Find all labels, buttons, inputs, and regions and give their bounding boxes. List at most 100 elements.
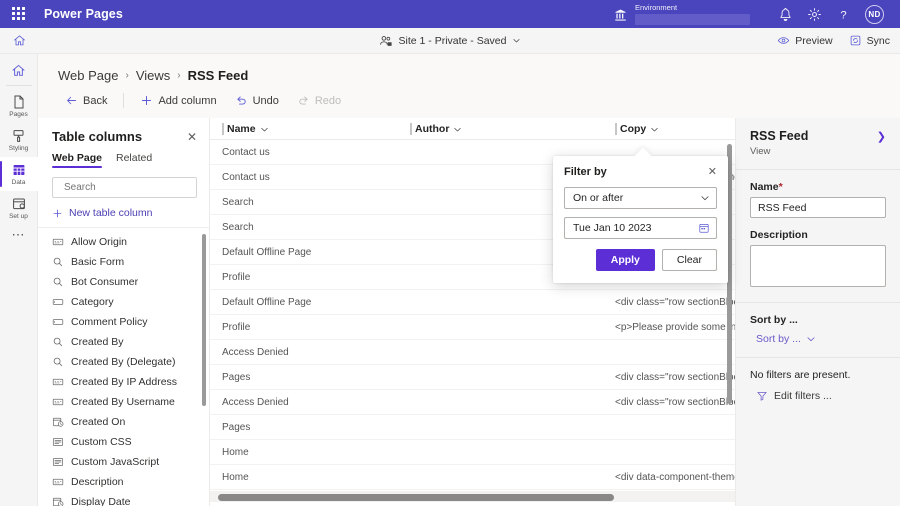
list-item[interactable]: Created On <box>38 412 209 432</box>
sidebar-item-pages[interactable]: Pages <box>0 89 38 123</box>
app-launcher-icon[interactable] <box>12 7 26 21</box>
sync-button[interactable]: Sync <box>849 34 890 47</box>
list-item[interactable]: Comment Policy <box>38 312 209 332</box>
columns-search-box[interactable] <box>52 177 198 198</box>
undo-button[interactable]: Undo <box>228 91 286 110</box>
tab-web-page[interactable]: Web Page <box>52 152 102 168</box>
table-row[interactable]: Profile <p>Please provide some informatio… <box>210 315 735 340</box>
sort-by-dropdown[interactable]: Sort by ... <box>750 333 886 345</box>
breadcrumb: Web Page › Views › RSS Feed <box>38 54 900 83</box>
column-name: Allow Origin <box>71 236 128 248</box>
edit-filters-button[interactable]: Edit filters ... <box>750 390 886 402</box>
table-row[interactable]: Home <box>210 440 735 465</box>
cell-name: Access Denied <box>222 346 289 358</box>
help-icon[interactable]: ? <box>836 7 851 22</box>
clear-button[interactable]: Clear <box>661 249 717 271</box>
redo-button[interactable]: Redo <box>290 91 348 110</box>
new-table-column-label: New table column <box>69 207 153 219</box>
column-name: Basic Form <box>71 256 125 268</box>
filter-date-input[interactable]: Tue Jan 10 2023 <box>564 217 717 239</box>
apply-button[interactable]: Apply <box>595 249 655 271</box>
table-row[interactable]: Access Denied <div class="row sectionBloc… <box>210 390 735 415</box>
list-item[interactable]: Custom JavaScript <box>38 452 209 472</box>
cell-name: Home <box>222 471 249 483</box>
list-item[interactable]: Allow Origin <box>38 232 209 252</box>
grid-column-header[interactable]: Author <box>410 118 462 140</box>
grid-column-header[interactable]: Name <box>222 118 269 140</box>
home-button[interactable] <box>0 34 38 47</box>
table-row[interactable]: Pages <box>210 415 735 440</box>
description-textarea[interactable] <box>750 245 886 287</box>
filter-operator-dropdown[interactable]: On or after <box>564 187 717 209</box>
datetime-icon <box>52 497 64 506</box>
avatar[interactable]: ND <box>865 4 884 24</box>
list-item[interactable]: Description <box>38 472 209 492</box>
cell-copy: <div class="row sectionBlockLayout" data… <box>615 371 735 383</box>
tab-related[interactable]: Related <box>116 152 152 168</box>
list-item[interactable]: Category <box>38 292 209 312</box>
cell-name: Home <box>222 446 249 458</box>
close-icon[interactable]: ✕ <box>708 166 717 177</box>
close-icon[interactable]: ✕ <box>185 130 199 144</box>
column-name: Created By Username <box>71 396 175 408</box>
grid-horizontal-scrollbar-thumb[interactable] <box>218 494 614 501</box>
list-item[interactable]: Bot Consumer <box>38 272 209 292</box>
breadcrumb-item-views[interactable]: Views <box>136 68 170 83</box>
table-row[interactable]: Default Offline Page <div class="row sect… <box>210 290 735 315</box>
list-item[interactable]: Created By Username <box>38 392 209 412</box>
columns-scrollbar-thumb[interactable] <box>202 234 206 406</box>
table-row[interactable]: Access Denied <box>210 340 735 365</box>
setup-icon <box>12 198 25 210</box>
list-item[interactable]: Display Date <box>38 492 209 506</box>
breadcrumb-item-web-page[interactable]: Web Page <box>58 68 118 83</box>
description-field-label: Description <box>750 229 808 241</box>
sidebar-item-set-up[interactable]: Set up <box>0 191 38 225</box>
list-item[interactable]: Created By IP Address <box>38 372 209 392</box>
list-item[interactable]: Basic Form <box>38 252 209 272</box>
chevron-down-icon[interactable] <box>260 125 269 134</box>
breadcrumb-separator: › <box>177 70 181 81</box>
table-row[interactable]: Pages <div class="row sectionBlockLayout"… <box>210 365 735 390</box>
list-item[interactable]: Created By <box>38 332 209 352</box>
cell-name: Access Denied <box>222 396 289 408</box>
list-item[interactable]: Created By (Delegate) <box>38 352 209 372</box>
environment-value[interactable] <box>635 14 750 25</box>
site-selector[interactable]: Site 1 - Private - Saved <box>379 34 522 48</box>
table-row[interactable]: Home <div data-component-theme="portalThe… <box>210 465 735 490</box>
sync-label: Sync <box>866 34 890 47</box>
search-input[interactable] <box>59 181 198 194</box>
breadcrumb-toolbar-area: Web Page › Views › RSS Feed Back Add col… <box>38 54 900 133</box>
add-column-button[interactable]: Add column <box>133 91 223 110</box>
environment-selector[interactable]: Environment <box>613 3 750 25</box>
new-table-column-button[interactable]: New table column <box>38 198 209 227</box>
multiline-icon <box>52 458 64 466</box>
name-input[interactable] <box>750 197 886 218</box>
calendar-icon[interactable] <box>698 222 710 234</box>
sidebar-item-more[interactable]: ⋯ <box>0 225 38 244</box>
table-columns-panel: Table columns ✕ Web Page Related Search … <box>38 118 210 506</box>
column-name: Created By (Delegate) <box>71 356 176 368</box>
redo-icon <box>299 96 308 105</box>
sidebar-item-home[interactable] <box>0 58 38 82</box>
left-nav-rail: Pages Styling Data Set up ⋯ <box>0 54 38 506</box>
chevron-right-icon[interactable]: ❯ <box>877 130 886 143</box>
text-field-icon <box>52 398 64 406</box>
filter-callout-header: Filter by ✕ <box>564 166 717 178</box>
sidebar-item-styling[interactable]: Styling <box>0 123 38 157</box>
cell-copy: <div class="row sectionBlockLayout" styl… <box>615 296 735 308</box>
gear-icon[interactable] <box>807 7 822 22</box>
chevron-down-icon <box>701 196 709 201</box>
text-field-icon <box>52 478 64 486</box>
filters-note: No filters are present. <box>750 369 851 381</box>
lookup-icon <box>53 257 63 267</box>
preview-button[interactable]: Preview <box>777 34 833 47</box>
list-item[interactable]: Custom CSS <box>38 432 209 452</box>
bell-icon[interactable] <box>778 7 793 22</box>
sidebar-item-data[interactable]: Data <box>0 157 38 191</box>
chevron-down-icon[interactable] <box>650 125 659 134</box>
grid-column-header[interactable]: Copy <box>615 118 659 140</box>
back-button[interactable]: Back <box>58 91 114 110</box>
chevron-down-icon[interactable] <box>453 125 462 134</box>
plus-icon <box>53 209 62 217</box>
home-icon <box>13 35 25 46</box>
